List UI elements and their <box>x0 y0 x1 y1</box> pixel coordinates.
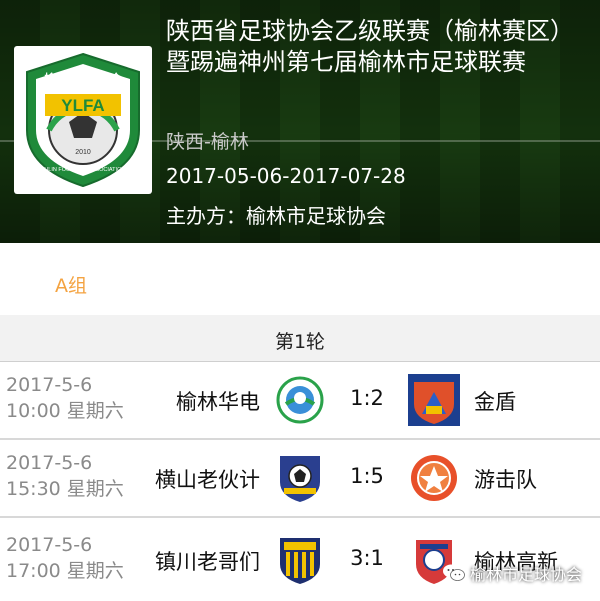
away-team-name: 游击队 <box>474 468 537 492</box>
match-datetime: 2017-5-6 15:30 星期六 <box>6 450 146 502</box>
match-row[interactable]: 2017-5-6 10:00 星期六 榆林华电 1:2 金盾 <box>0 362 600 440</box>
watermark-text: 榆林市足球协会 <box>470 565 583 584</box>
svg-text:2010: 2010 <box>75 149 91 156</box>
match-time: 15:30 星期六 <box>6 478 124 500</box>
zhenchuan-logo-icon <box>274 534 326 586</box>
round-header: 第1轮 <box>0 315 600 362</box>
match-score: 1:5 <box>350 464 384 488</box>
away-team-name: 金盾 <box>474 390 516 414</box>
ylfa-crest-icon: YLFA 榆林市足球协会 2010 YULIN FOOTBALL ASSOCIA… <box>26 52 140 188</box>
match-time: 17:00 星期六 <box>6 560 124 582</box>
match-date: 2017-5-6 <box>6 534 93 556</box>
huadian-logo-icon <box>274 374 326 426</box>
league-title: 陕西省足球协会乙级联赛（榆林赛区）暨踢遍神州第七届榆林市足球联赛 <box>166 17 574 76</box>
match-score: 3:1 <box>350 546 384 570</box>
league-region: 陕西-榆林 <box>166 131 249 153</box>
league-dates: 2017-05-06-2017-07-28 <box>166 164 406 188</box>
wechat-watermark: 榆林市足球协会 <box>442 560 582 586</box>
home-team-name: 榆林华电 <box>176 390 260 414</box>
match-time: 10:00 星期六 <box>6 400 124 422</box>
svg-text:YULIN FOOTBALL ASSOCIATION: YULIN FOOTBALL ASSOCIATION <box>41 167 126 173</box>
match-date: 2017-5-6 <box>6 452 93 474</box>
home-team-name: 镇川老哥们 <box>155 550 260 574</box>
match-score: 1:2 <box>350 386 384 410</box>
hengshan-logo-icon <box>274 452 326 504</box>
round-label: 第1轮 <box>274 331 326 353</box>
youjidui-logo-icon <box>408 452 460 504</box>
group-bar: A组 <box>0 243 600 315</box>
jindun-logo-icon <box>408 374 460 426</box>
match-datetime: 2017-5-6 17:00 星期六 <box>6 532 146 584</box>
home-team-name: 横山老伙计 <box>155 468 260 492</box>
svg-text:榆林市足球协会: 榆林市足球协会 <box>45 71 123 85</box>
league-organizer: 主办方：榆林市足球协会 <box>166 204 386 228</box>
league-header: YLFA 榆林市足球协会 2010 YULIN FOOTBALL ASSOCIA… <box>0 0 600 243</box>
wechat-icon <box>443 564 465 581</box>
match-datetime: 2017-5-6 10:00 星期六 <box>6 372 146 424</box>
match-row[interactable]: 2017-5-6 15:30 星期六 横山老伙计 1:5 游击队 <box>0 440 600 518</box>
group-tab[interactable]: A组 <box>55 271 87 298</box>
league-logo: YLFA 榆林市足球协会 2010 YULIN FOOTBALL ASSOCIA… <box>14 46 152 194</box>
svg-text:YLFA: YLFA <box>61 96 104 115</box>
match-date: 2017-5-6 <box>6 374 93 396</box>
